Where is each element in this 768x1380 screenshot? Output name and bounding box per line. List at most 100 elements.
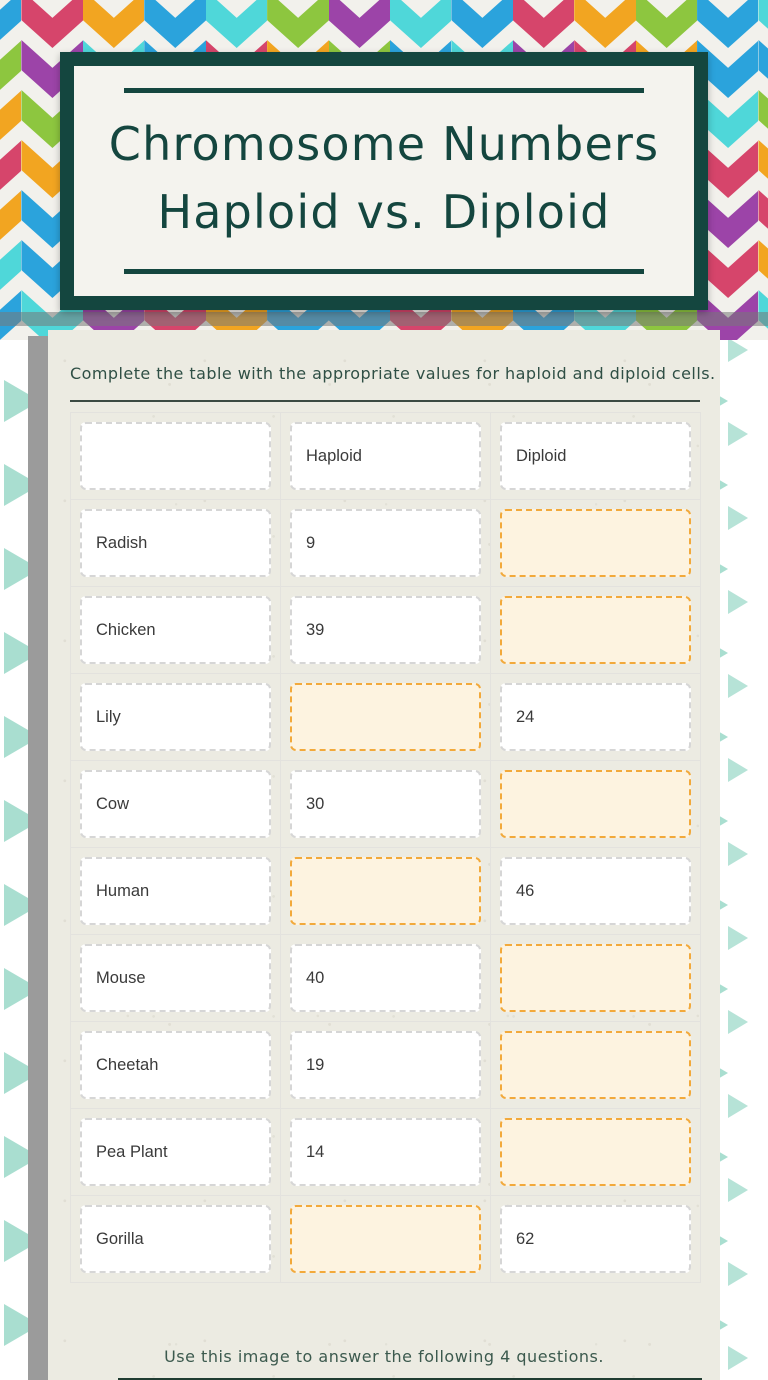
page-title-line-2: Haploid vs. Diploid bbox=[157, 185, 611, 240]
column-header-haploid: Haploid bbox=[290, 422, 481, 490]
banner-corner-top-left bbox=[74, 66, 96, 88]
decorative-triangle-icon bbox=[728, 506, 748, 530]
table-cell: Pea Plant bbox=[70, 1108, 281, 1196]
table-cell bbox=[280, 1195, 491, 1283]
haploid-value-cell: 39 bbox=[290, 596, 481, 664]
organism-name-cell: Mouse bbox=[80, 944, 271, 1012]
paper-shadow bbox=[28, 336, 50, 1380]
haploid-value-cell: 30 bbox=[290, 770, 481, 838]
table-cell: Human bbox=[70, 847, 281, 935]
haploid-answer-input[interactable] bbox=[290, 1205, 481, 1273]
table-header-row: Haploid Diploid bbox=[70, 412, 701, 500]
decorative-triangle-icon bbox=[728, 590, 748, 614]
haploid-value-cell: 40 bbox=[290, 944, 481, 1012]
decorative-triangle-icon bbox=[728, 1010, 748, 1034]
diploid-answer-input[interactable] bbox=[500, 509, 691, 577]
title-rule-bottom bbox=[124, 269, 644, 274]
diploid-value-cell: 24 bbox=[500, 683, 691, 751]
decorative-triangle-icon bbox=[728, 1346, 748, 1370]
decorative-triangle-icon bbox=[728, 926, 748, 950]
table-cell: 30 bbox=[280, 760, 491, 848]
table-row: Human 46 bbox=[70, 847, 701, 935]
column-header-diploid: Diploid bbox=[500, 422, 691, 490]
table-cell bbox=[280, 673, 491, 761]
table-row: Cow 30 bbox=[70, 760, 701, 848]
table-row: Lily 24 bbox=[70, 673, 701, 761]
table-cell bbox=[490, 586, 701, 674]
instruction-text: Complete the table with the appropriate … bbox=[70, 364, 716, 383]
organism-name-cell: Lily bbox=[80, 683, 271, 751]
table-cell: Diploid bbox=[490, 412, 701, 500]
table-cell bbox=[490, 934, 701, 1022]
diploid-value-cell: 46 bbox=[500, 857, 691, 925]
organism-name-cell: Cheetah bbox=[80, 1031, 271, 1099]
decorative-triangle-icon bbox=[728, 674, 748, 698]
table-row: Pea Plant 14 bbox=[70, 1108, 701, 1196]
table-cell: Cow bbox=[70, 760, 281, 848]
decorative-triangle-icon bbox=[728, 1094, 748, 1118]
banner-corner-bottom-left bbox=[74, 274, 96, 296]
table-cell: 62 bbox=[490, 1195, 701, 1283]
table-cell: Haploid bbox=[280, 412, 491, 500]
diploid-answer-input[interactable] bbox=[500, 1118, 691, 1186]
decorative-triangle-icon bbox=[728, 1178, 748, 1202]
decorative-triangle-icon bbox=[728, 338, 748, 362]
diploid-answer-input[interactable] bbox=[500, 944, 691, 1012]
instruction-underline bbox=[70, 400, 700, 402]
decorative-triangle-icon bbox=[728, 842, 748, 866]
table-cell: 40 bbox=[280, 934, 491, 1022]
column-header-organism bbox=[80, 422, 271, 490]
title-banner: Chromosome Numbers Haploid vs. Diploid bbox=[60, 52, 708, 310]
haploid-value-cell: 9 bbox=[290, 509, 481, 577]
haploid-answer-input[interactable] bbox=[290, 683, 481, 751]
banner-corner-bottom-right bbox=[672, 274, 694, 296]
table-cell: Lily bbox=[70, 673, 281, 761]
table-row: Chicken 39 bbox=[70, 586, 701, 674]
table-cell bbox=[490, 1108, 701, 1196]
table-cell: Cheetah bbox=[70, 1021, 281, 1109]
table-row: Cheetah 19 bbox=[70, 1021, 701, 1109]
table-cell: 14 bbox=[280, 1108, 491, 1196]
table-cell: 46 bbox=[490, 847, 701, 935]
table-row: Mouse 40 bbox=[70, 934, 701, 1022]
table-cell bbox=[490, 1021, 701, 1109]
decorative-triangle-icon bbox=[728, 758, 748, 782]
worksheet-paper: Complete the table with the appropriate … bbox=[48, 330, 720, 1380]
organism-name-cell: Chicken bbox=[80, 596, 271, 664]
chromosome-table: Haploid Diploid Radish 9 Chicken 39 Lily 24 Cow 3… bbox=[70, 412, 701, 1283]
table-cell: 19 bbox=[280, 1021, 491, 1109]
table-cell: 24 bbox=[490, 673, 701, 761]
decorative-triangle-icon bbox=[728, 1262, 748, 1286]
table-row: Radish 9 bbox=[70, 499, 701, 587]
diploid-value-cell: 62 bbox=[500, 1205, 691, 1273]
page-title: Chromosome Numbers Haploid vs. Diploid bbox=[74, 110, 694, 246]
page-title-line-1: Chromosome Numbers bbox=[108, 117, 660, 171]
table-cell bbox=[490, 499, 701, 587]
title-banner-inner: Chromosome Numbers Haploid vs. Diploid bbox=[74, 66, 694, 296]
table-cell: Chicken bbox=[70, 586, 281, 674]
banner-corner-top-right bbox=[672, 66, 694, 88]
header-shadow-strip bbox=[0, 312, 768, 326]
table-cell bbox=[490, 760, 701, 848]
table-cell: Radish bbox=[70, 499, 281, 587]
table-cell bbox=[70, 412, 281, 500]
footer-note: Use this image to answer the following 4… bbox=[164, 1347, 604, 1366]
table-cell: 9 bbox=[280, 499, 491, 587]
haploid-answer-input[interactable] bbox=[290, 857, 481, 925]
table-cell: 39 bbox=[280, 586, 491, 674]
table-row: Gorilla 62 bbox=[70, 1195, 701, 1283]
decorative-triangle-icon bbox=[728, 422, 748, 446]
organism-name-cell: Gorilla bbox=[80, 1205, 271, 1273]
diploid-answer-input[interactable] bbox=[500, 596, 691, 664]
diploid-answer-input[interactable] bbox=[500, 770, 691, 838]
diploid-answer-input[interactable] bbox=[500, 1031, 691, 1099]
organism-name-cell: Human bbox=[80, 857, 271, 925]
organism-name-cell: Radish bbox=[80, 509, 271, 577]
title-rule-top bbox=[124, 88, 644, 93]
table-cell: Gorilla bbox=[70, 1195, 281, 1283]
table-cell bbox=[280, 847, 491, 935]
organism-name-cell: Cow bbox=[80, 770, 271, 838]
haploid-value-cell: 19 bbox=[290, 1031, 481, 1099]
haploid-value-cell: 14 bbox=[290, 1118, 481, 1186]
organism-name-cell: Pea Plant bbox=[80, 1118, 271, 1186]
